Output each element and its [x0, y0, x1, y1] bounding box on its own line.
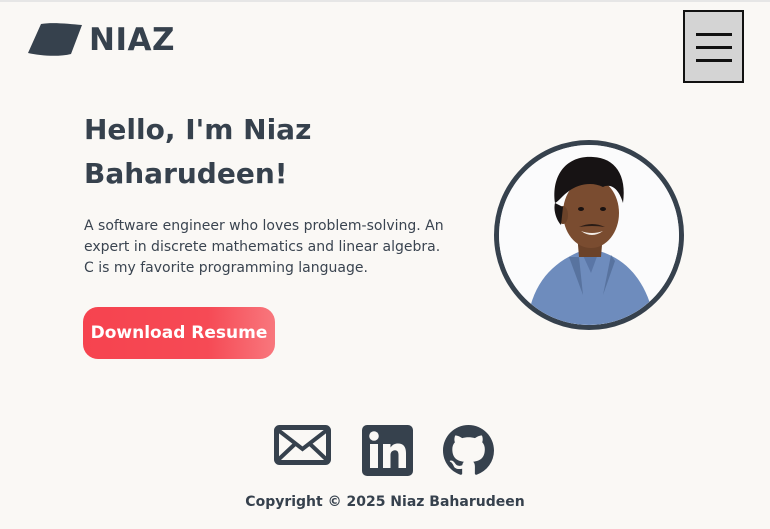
- hero-description: A software engineer who loves problem-so…: [84, 218, 444, 276]
- hero-title: Hello, I'm Niaz Baharudeen!: [84, 113, 312, 190]
- download-resume-button[interactable]: Download Resume: [83, 307, 275, 359]
- copyright-text: Copyright © 2025 Niaz Baharudeen: [245, 494, 525, 510]
- menu-button[interactable]: [683, 10, 744, 83]
- github-link[interactable]: [443, 425, 494, 476]
- github-icon: [443, 425, 494, 476]
- logo-text: NIAZ: [89, 22, 175, 58]
- linkedin-icon: [362, 425, 413, 476]
- site-logo[interactable]: NIAZ: [27, 22, 175, 58]
- top-divider: [0, 0, 770, 2]
- linkedin-link[interactable]: [362, 425, 413, 476]
- avatar: [494, 140, 684, 330]
- email-link[interactable]: [274, 425, 331, 465]
- logo-icon: [27, 22, 83, 58]
- hamburger-icon: [695, 28, 733, 66]
- envelope-icon: [274, 425, 331, 465]
- download-resume-label: Download Resume: [90, 323, 268, 343]
- portrait-image: [499, 145, 679, 325]
